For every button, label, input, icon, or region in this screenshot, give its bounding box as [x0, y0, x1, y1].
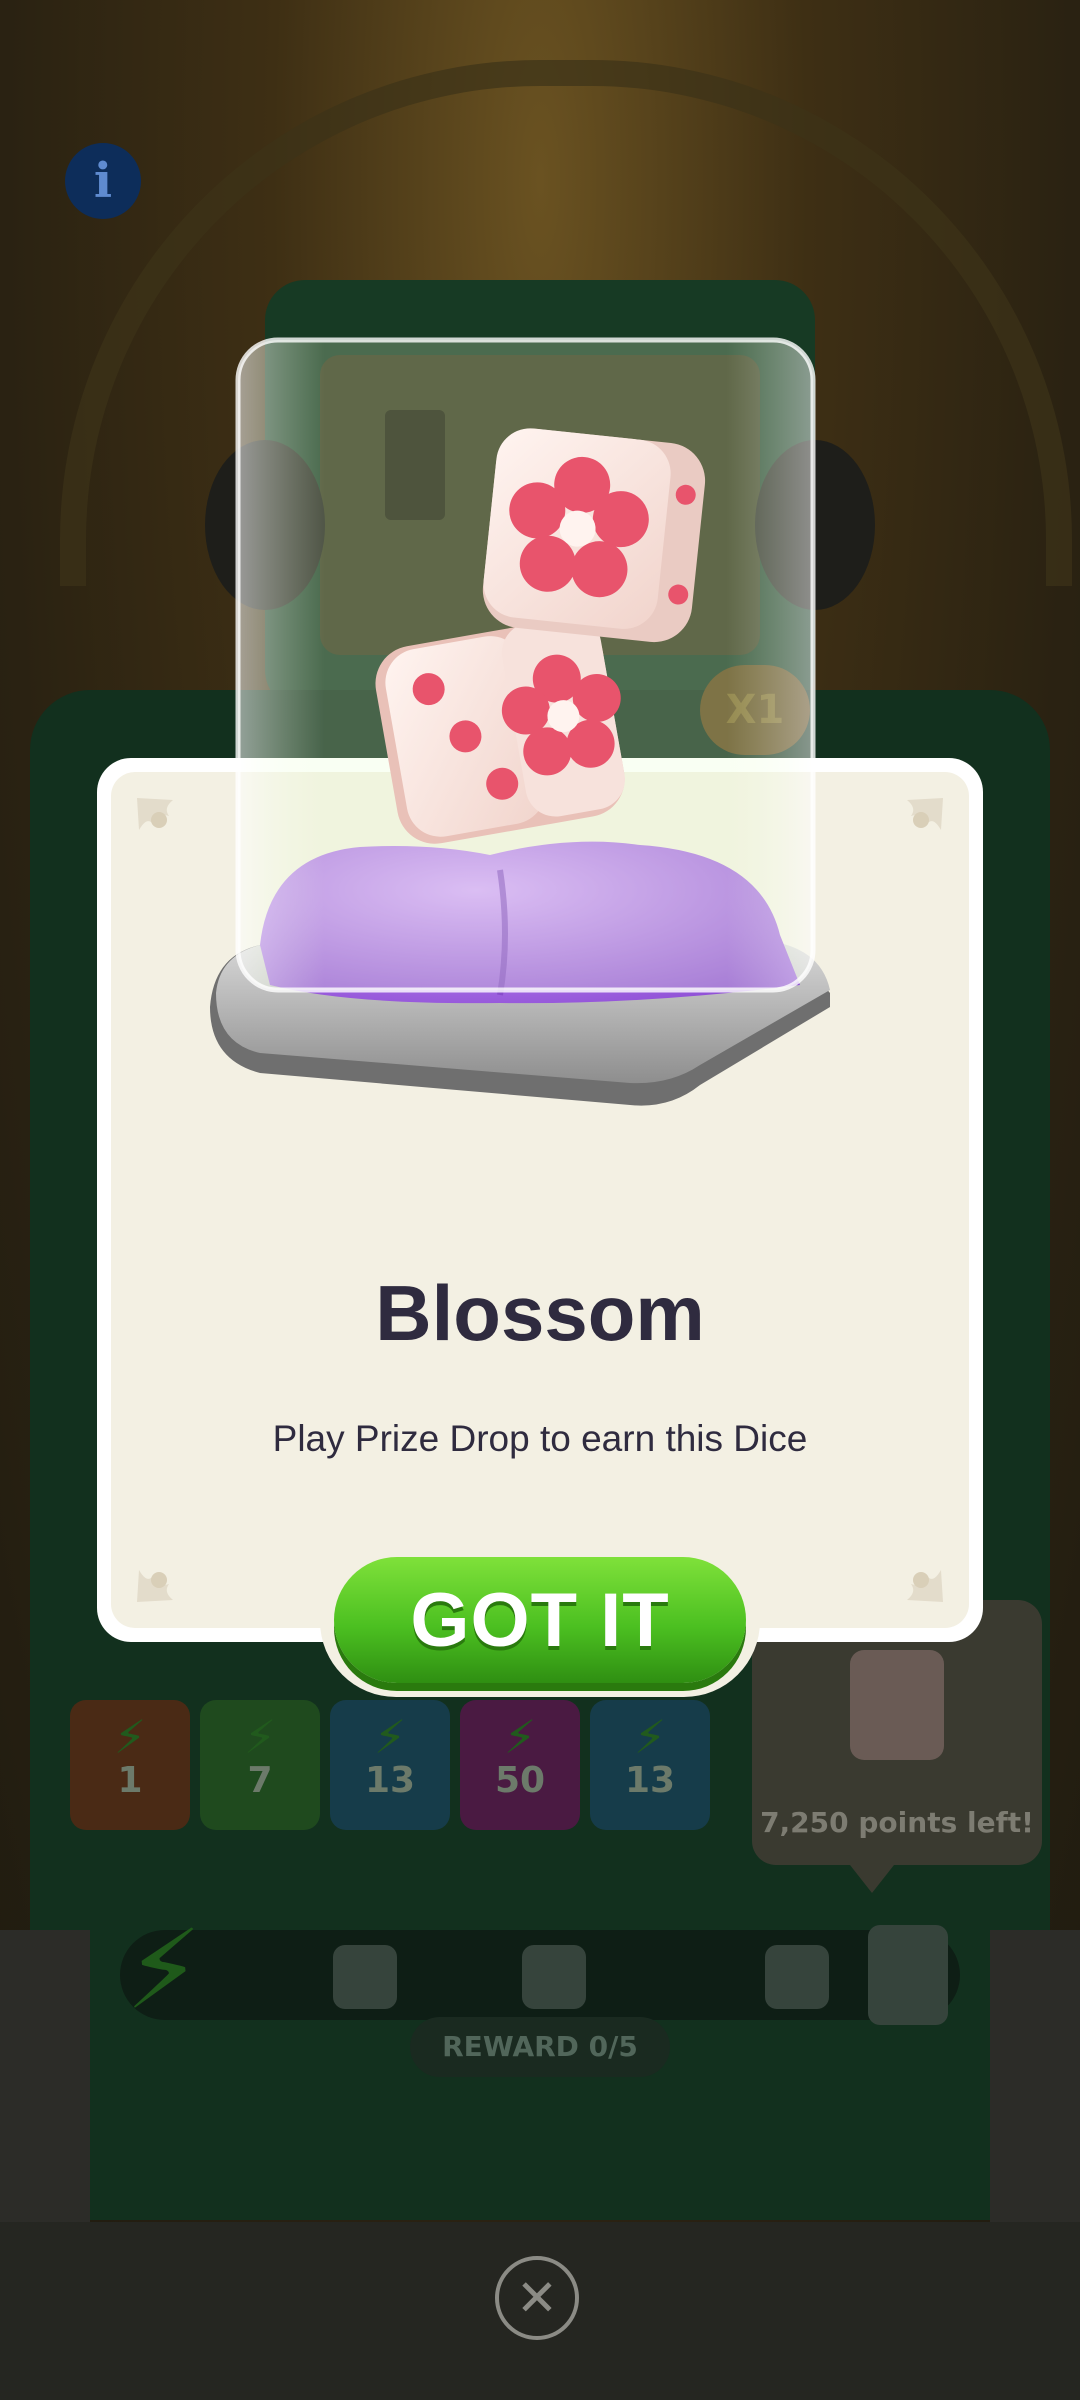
- corner-ornament-icon: [137, 1570, 173, 1602]
- reward-progress: REWARD 0/5: [410, 2017, 670, 2077]
- bolt-icon: ⚡: [633, 1710, 667, 1764]
- pink-blossom-die: [482, 428, 706, 643]
- slot-value: 1: [117, 1760, 143, 1801]
- tooltip-pointer: [850, 1865, 894, 1893]
- points-left-label: 7,250 points left!: [760, 1806, 1034, 1839]
- machine-side-post: [990, 1930, 1080, 2222]
- lightning-icon: ⚡: [125, 1906, 203, 2034]
- slot-value: 13: [624, 1760, 676, 1801]
- corner-ornament-icon: [907, 798, 943, 830]
- close-icon[interactable]: ✕: [495, 2256, 579, 2340]
- dice-display-case: [210, 337, 830, 1106]
- dice-name-title: Blossom: [375, 1269, 705, 1357]
- slot-value: 13: [364, 1760, 416, 1801]
- dice-description: Play Prize Drop to earn this Dice: [272, 1418, 808, 1459]
- slot-value: 7: [247, 1760, 273, 1801]
- corner-ornament-icon: [907, 1570, 943, 1602]
- machine-side-post: [0, 1930, 90, 2222]
- info-icon[interactable]: i: [65, 143, 141, 219]
- bolt-icon: ⚡: [503, 1710, 537, 1764]
- bolt-icon: ⚡: [113, 1710, 147, 1764]
- reward-item-icon: [522, 1945, 586, 2009]
- prize-slot: ⚡ 13: [330, 1700, 450, 1830]
- prize-slot: ⚡ 1: [70, 1700, 190, 1830]
- prize-slots: ⚡ 1 ⚡ 7 ⚡ 13 ⚡ 50 ⚡ 13: [70, 1700, 770, 1850]
- reward-item-icon: [333, 1945, 397, 2009]
- bolt-icon: ⚡: [243, 1710, 277, 1764]
- prize-slot: ⚡ 50: [460, 1700, 580, 1830]
- corner-ornament-icon: [137, 798, 173, 830]
- prize-slot: ⚡ 7: [200, 1700, 320, 1830]
- dice-reward-icon: [868, 1925, 948, 2025]
- got-it-button[interactable]: GOT IT: [334, 1557, 746, 1683]
- reward-item-icon: [765, 1945, 829, 2009]
- slot-value: 50: [494, 1760, 546, 1801]
- dice-preview-icon: [850, 1650, 944, 1760]
- bolt-icon: ⚡: [373, 1710, 407, 1764]
- prize-slot: ⚡ 13: [590, 1700, 710, 1830]
